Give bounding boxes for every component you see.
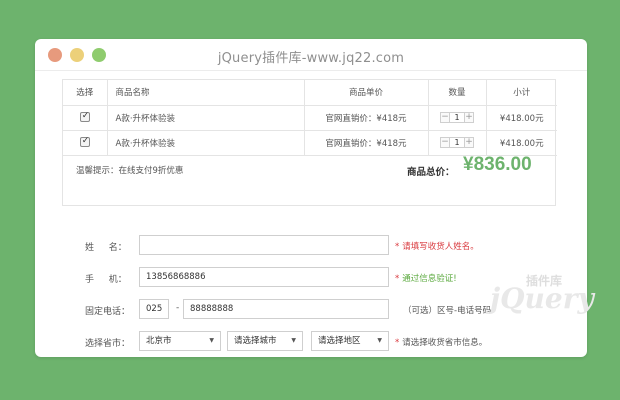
district-value: 请选择地区 <box>318 336 361 346</box>
decrement-button[interactable]: − <box>440 112 450 123</box>
col-header-qty: 数量 <box>428 80 487 106</box>
form-row-region: 选择省市： 北京市 ▼ 请选择城市 ▼ 请选择地区 ▼ * 请选择收货省市信息。 <box>35 331 587 353</box>
cart-footer: 温馨提示：在线支付9折优惠 商品总价： ¥836.00 <box>63 144 555 206</box>
row-checkbox[interactable] <box>79 111 90 123</box>
phone-hint-text: 通过信息验证! <box>402 274 457 284</box>
product-name: A款·升杯体验装 <box>107 105 305 131</box>
landline-hint: （可选）区号-电话号码 <box>403 304 491 316</box>
landline-input[interactable]: 88888888 <box>183 299 389 319</box>
phone-input[interactable]: 13856868886 <box>139 267 389 287</box>
city-value: 请选择城市 <box>234 336 277 346</box>
name-label: 姓 名： <box>85 243 127 253</box>
title-bar: jQuery插件库-www.jq22.com <box>35 39 587 71</box>
phone-label: 手 机： <box>85 275 127 285</box>
watermark-text: jQuery <box>490 282 594 315</box>
region-hint: * 请选择收货省市信息。 <box>395 336 487 348</box>
required-star: * <box>395 274 400 284</box>
product-price: 官网直销价：¥418元 <box>304 105 429 131</box>
required-star: * <box>395 338 400 348</box>
area-code-input[interactable]: 025 <box>139 299 169 319</box>
required-star: * <box>395 242 400 252</box>
province-select[interactable]: 北京市 ▼ <box>139 331 221 351</box>
region-hint-text: 请选择收货省市信息。 <box>402 338 488 348</box>
total-value: ¥836.00 <box>463 154 532 175</box>
total-label: 商品总价： <box>407 167 455 178</box>
name-hint: * 请填写收货人姓名。 <box>395 240 479 252</box>
row-subtotal: ¥418.00元 <box>486 105 557 131</box>
payment-tip: 温馨提示：在线支付9折优惠 <box>76 166 184 176</box>
name-input[interactable] <box>139 235 389 255</box>
cart-panel: 选择 商品名称 商品单价 数量 小计 A款·升杯体验装 官网直销价：¥418元 … <box>62 79 557 206</box>
quantity-value[interactable]: 1 <box>450 112 464 123</box>
quantity-stepper: − 1 + <box>440 112 474 123</box>
name-hint-text: 请填写收货人姓名。 <box>402 242 479 252</box>
landline-hint-text: （可选）区号-电话号码 <box>403 306 492 316</box>
province-value: 北京市 <box>146 336 172 346</box>
district-select[interactable]: 请选择地区 ▼ <box>311 331 389 351</box>
city-select[interactable]: 请选择城市 ▼ <box>227 331 303 351</box>
region-label: 选择省市： <box>85 339 131 349</box>
chevron-down-icon: ▼ <box>377 337 382 344</box>
phone-dash: - <box>176 303 180 313</box>
form-row-name: 姓 名： * 请填写收货人姓名。 <box>35 235 587 257</box>
cart-header-row: 选择 商品名称 商品单价 数量 小计 <box>63 80 557 106</box>
col-header-name: 商品名称 <box>107 80 305 106</box>
col-header-subtotal: 小计 <box>486 80 557 106</box>
jquery-watermark-logo: 插件库 jQuery <box>480 272 594 315</box>
table-row: A款·升杯体验装 官网直销价：¥418元 − 1 + ¥418.00元 <box>63 105 557 131</box>
phone-hint: * 通过信息验证! <box>395 272 457 284</box>
increment-button[interactable]: + <box>464 112 474 123</box>
chevron-down-icon: ▼ <box>209 337 214 344</box>
window-title: jQuery插件库-www.jq22.com <box>217 51 405 66</box>
chevron-down-icon: ▼ <box>291 337 296 344</box>
col-header-price: 商品单价 <box>304 80 429 106</box>
col-header-select: 选择 <box>63 80 108 106</box>
landline-label: 固定电话： <box>85 307 131 317</box>
